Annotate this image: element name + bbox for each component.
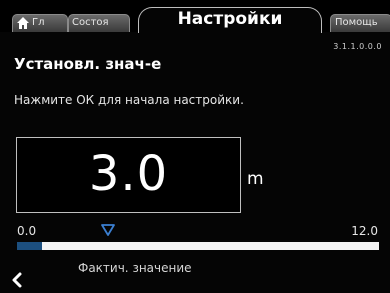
unit-label: m: [247, 169, 264, 189]
scale-max-label: 12.0: [351, 224, 378, 238]
setpoint-value-field[interactable]: 3.0: [16, 137, 241, 213]
scale-min-label: 0.0: [17, 224, 37, 238]
tab-bar: Гл Состоя Настройки Помощь: [0, 0, 390, 33]
tab-status[interactable]: Состоя: [68, 14, 130, 32]
tab-home[interactable]: Гл: [12, 14, 68, 32]
setpoint-value: 3.0: [88, 146, 169, 202]
tab-home-label: Гл: [32, 17, 45, 28]
screen: Гл Состоя Настройки Помощь 3.1.1.0.0.0 У…: [0, 0, 390, 293]
home-icon: [17, 17, 29, 29]
actual-value-label: Фактич. значение: [78, 261, 192, 275]
menu-code: 3.1.1.0.0.0: [333, 42, 382, 51]
instruction-text: Нажмите ОК для начала настройки.: [14, 93, 244, 107]
triangle-down-icon: [100, 224, 115, 236]
actual-value-bar-fill: [17, 242, 43, 250]
actual-value-bar: [17, 242, 379, 250]
tab-help-label: Помощь: [335, 17, 378, 28]
tab-status-label: Состоя: [72, 17, 109, 28]
tab-settings-label: Настройки: [177, 9, 283, 29]
chevron-left-icon[interactable]: [8, 271, 26, 289]
page-title: Установл. знач-е: [14, 55, 162, 73]
tab-help[interactable]: Помощь: [330, 14, 390, 32]
tab-settings[interactable]: Настройки: [138, 7, 322, 33]
